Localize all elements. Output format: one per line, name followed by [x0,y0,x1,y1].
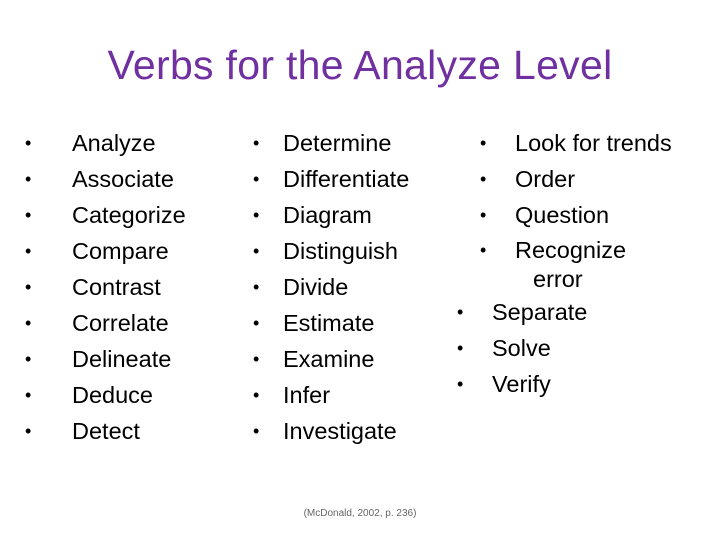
list-item: • Compare [25,233,186,269]
bullet-icon: • [253,169,260,189]
list-item: • Detect [25,413,186,449]
slide-title: Verbs for the Analyze Level [107,42,613,88]
bullet-icon: • [253,133,260,153]
bullet-icon: • [480,205,487,225]
bullet-icon: • [25,313,32,333]
bullet-icon: • [253,277,260,297]
list-item: • Deduce [25,377,186,413]
list-item: • Delineate [25,341,186,377]
bullet-icon: • [480,240,487,260]
bullet-icon: • [253,205,260,225]
bullet-icon: • [253,385,260,405]
list-item: • Distinguish [253,233,409,269]
list-item: • Categorize [25,197,186,233]
verb-list-column-2: • Determine • Differentiate • Diagram • Dist… [253,125,409,449]
list-item: • Verify [457,366,672,402]
bullet-icon: • [25,349,32,369]
list-item: • Correlate [25,305,186,341]
bullet-icon: • [457,302,464,322]
bullet-icon: • [25,241,32,261]
list-item: • Contrast [25,269,186,305]
list-item: • Solve [457,330,672,366]
list-item: • Divide [253,269,409,305]
citation: (McDonald, 2002, p. 236) [303,508,417,519]
bullet-icon: • [457,374,464,394]
bullet-icon: • [253,241,260,261]
bullet-icon: • [25,169,32,189]
list-item: • Investigate [253,413,409,449]
bullet-icon: • [480,169,487,189]
bullet-icon: • [25,133,32,153]
list-item: • Analyze [25,125,186,161]
list-item: • Question [480,197,672,233]
list-item: • Separate [457,294,672,330]
list-item: • Recognize error [480,237,627,292]
bullet-icon: • [480,133,487,153]
list-item: • Associate [25,161,186,197]
bullet-icon: • [25,277,32,297]
list-item: • Diagram [253,197,409,233]
bullet-icon: • [253,421,260,441]
list-item: • Order [480,161,672,197]
bullet-icon: • [253,313,260,333]
bullet-icon: • [25,385,32,405]
list-item: • Estimate [253,305,409,341]
list-item: • Look for trends [480,125,672,161]
list-item: • Examine [253,341,409,377]
verb-list-column-1: • Analyze • Associate • Categorize • Compare… [25,125,186,449]
bullet-icon: • [457,338,464,358]
list-item: • Differentiate [253,161,409,197]
list-item: • Infer [253,377,409,413]
bullet-icon: • [25,205,32,225]
list-item: • Determine [253,125,409,161]
bullet-icon: • [25,421,32,441]
verb-list-column-3: • Look for trends • Order • Question • Recog… [457,125,672,402]
bullet-icon: • [253,349,260,369]
